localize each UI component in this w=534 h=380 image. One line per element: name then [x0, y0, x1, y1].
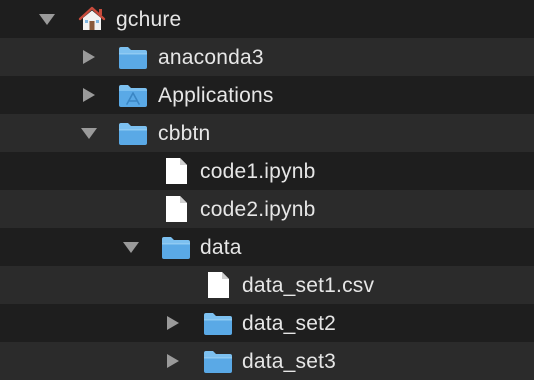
chevron-down-icon[interactable] [122, 239, 140, 255]
document-icon [161, 158, 191, 184]
tree-item-label: anaconda3 [158, 46, 264, 69]
tree-row-cbbtn[interactable]: cbbtn [0, 114, 534, 152]
tree-item-label: code2.ipynb [200, 198, 316, 221]
tree-item-label: code1.ipynb [200, 160, 316, 183]
tree-row-data[interactable]: data [0, 228, 534, 266]
file-tree: gchure anaconda3 Applications cbbtn code… [0, 0, 534, 380]
chevron-right-icon[interactable] [164, 315, 182, 331]
applications-folder-icon [118, 82, 148, 108]
tree-item-label: data_set1.csv [242, 274, 375, 297]
chevron-right-icon[interactable] [164, 353, 182, 369]
chevron-right-icon[interactable] [80, 87, 98, 103]
folder-icon [118, 44, 148, 70]
folder-icon [203, 310, 233, 336]
tree-item-label: data [200, 236, 242, 259]
tree-item-label: Applications [158, 84, 274, 107]
tree-row-data-set1-csv[interactable]: data_set1.csv [0, 266, 534, 304]
tree-row-code1-ipynb[interactable]: code1.ipynb [0, 152, 534, 190]
chevron-down-icon[interactable] [38, 11, 56, 27]
tree-row-data-set3[interactable]: data_set3 [0, 342, 534, 380]
tree-item-label: data_set2 [242, 312, 337, 335]
tree-row-code2-ipynb[interactable]: code2.ipynb [0, 190, 534, 228]
home-folder-icon [77, 6, 107, 32]
tree-row-gchure[interactable]: gchure [0, 0, 534, 38]
tree-row-applications[interactable]: Applications [0, 76, 534, 114]
tree-item-label: cbbtn [158, 122, 211, 145]
folder-icon [161, 234, 191, 260]
chevron-right-icon[interactable] [80, 49, 98, 65]
tree-row-anaconda3[interactable]: anaconda3 [0, 38, 534, 76]
tree-item-label: gchure [116, 8, 182, 31]
document-icon [203, 272, 233, 298]
document-icon [161, 196, 191, 222]
folder-icon [203, 348, 233, 374]
tree-item-label: data_set3 [242, 350, 337, 373]
folder-icon [118, 120, 148, 146]
tree-row-data-set2[interactable]: data_set2 [0, 304, 534, 342]
chevron-down-icon[interactable] [80, 125, 98, 141]
